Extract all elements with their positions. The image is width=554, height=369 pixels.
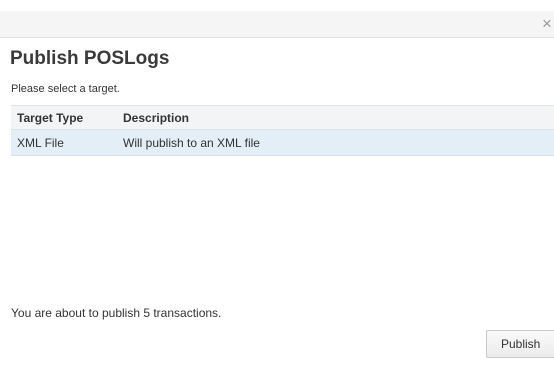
close-icon[interactable]: × (542, 14, 554, 34)
transaction-count-message: You are about to publish 5 transactions. (11, 306, 222, 320)
table-header-row: Target Type Description (11, 105, 554, 130)
target-table: Target Type Description XML File Will pu… (11, 105, 554, 156)
cell-target-type[interactable]: XML File (11, 129, 117, 156)
dialog-titlebar: × (0, 11, 554, 38)
table-row[interactable]: XML File Will publish to an XML file (11, 129, 554, 156)
column-header-description[interactable]: Description (117, 105, 554, 130)
dialog-title: Publish POSLogs (10, 48, 170, 69)
instructions-text: Please select a target. (11, 83, 120, 95)
column-header-target-type[interactable]: Target Type (11, 105, 117, 130)
publish-button[interactable]: Publish (486, 330, 554, 358)
cell-description[interactable]: Will publish to an XML file (117, 129, 554, 156)
